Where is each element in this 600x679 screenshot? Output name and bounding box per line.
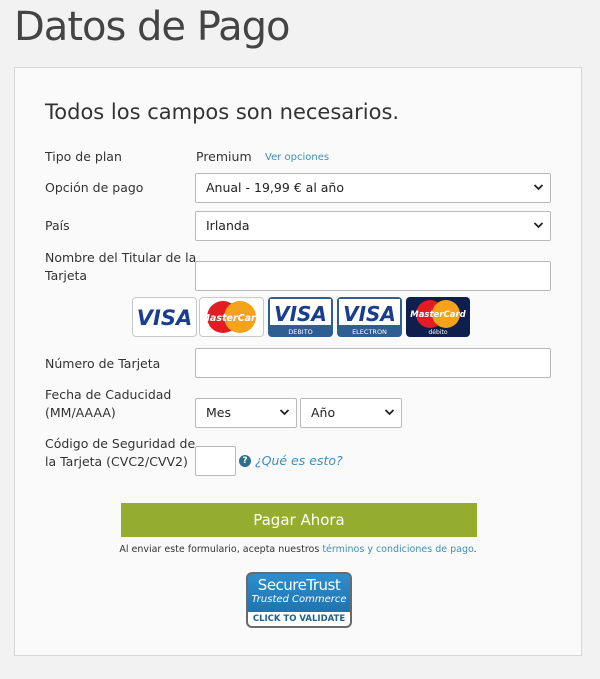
terms-notice: Al enviar este formulario, acepta nuestr… — [15, 544, 581, 555]
expiry-year-value: Año — [311, 405, 336, 420]
mastercard-text: MasterCard — [200, 313, 262, 324]
payment-option-label: Opción de pago — [45, 180, 144, 195]
view-options-link[interactable]: Ver opciones — [265, 152, 329, 163]
visa-electron-logo: VISA ELECTRON — [337, 297, 402, 337]
terms-prefix: Al enviar este formulario, acepta nuestr… — [119, 544, 320, 555]
cardholder-label-line2: Tarjeta — [45, 268, 88, 283]
plan-label: Tipo de plan — [45, 149, 122, 164]
chevron-down-icon — [384, 399, 395, 438]
mastercard-debito-text: MasterCard — [410, 310, 466, 320]
terms-link[interactable]: términos y condiciones de pago — [322, 544, 473, 555]
country-select[interactable]: Irlanda — [195, 211, 551, 241]
mastercard-debito-sub: débito — [429, 329, 448, 336]
country-value: Irlanda — [206, 218, 250, 233]
securetrust-line1: SecureTrust — [257, 576, 341, 594]
expiry-label-line1: Fecha de Caducidad — [45, 387, 172, 402]
expiry-label-line2: (MM/AAAA) — [45, 405, 116, 420]
card-number-label: Número de Tarjeta — [45, 356, 161, 371]
cvc-label-line2: la Tarjeta (CVC2/CVV2) — [45, 454, 188, 469]
payment-form-card: Todos los campos son necesarios. Tipo de… — [14, 67, 582, 656]
plan-value: Premium — [196, 149, 252, 164]
cvc-label-line1: Código de Seguridad de — [45, 436, 196, 451]
visa-logo: VISA — [132, 297, 197, 337]
visa-debito-text: VISA — [274, 302, 327, 326]
terms-suffix: . — [473, 544, 477, 555]
expiry-month-value: Mes — [206, 405, 231, 420]
page-title: Datos de Pago — [14, 4, 290, 50]
visa-debito-sub: DEBITO — [288, 328, 313, 336]
pay-now-button[interactable]: Pagar Ahora — [121, 503, 477, 537]
visa-electron-text: VISA — [343, 302, 396, 326]
chevron-down-icon — [533, 174, 544, 213]
visa-text: VISA — [137, 306, 192, 330]
securetrust-line2: Trusted Commerce — [251, 594, 347, 605]
cardholder-name-input[interactable] — [195, 261, 551, 291]
chevron-down-icon — [533, 212, 544, 251]
help-icon[interactable]: ? — [239, 455, 251, 467]
securetrust-badge[interactable]: SecureTrust Trusted Commerce CLICK TO VA… — [246, 572, 352, 628]
cardholder-label-line1: Nombre del Titular de la — [45, 250, 197, 265]
cvc-input[interactable] — [195, 446, 236, 476]
chevron-down-icon — [279, 399, 290, 438]
payment-option-value: Anual - 19,99 € al año — [206, 180, 345, 195]
mastercard-logo: MasterCard — [199, 297, 264, 337]
securetrust-line3: CLICK TO VALIDATE — [248, 612, 350, 626]
card-number-input[interactable] — [195, 348, 551, 378]
visa-debito-logo: VISA DEBITO — [268, 297, 333, 337]
payment-option-select[interactable]: Anual - 19,99 € al año — [195, 173, 551, 203]
expiry-month-select[interactable]: Mes — [195, 398, 297, 428]
what-is-this-link[interactable]: ¿Qué es esto? — [255, 453, 343, 468]
country-label: País — [45, 218, 70, 233]
visa-electron-sub: ELECTRON — [352, 328, 387, 336]
mastercard-debito-logo: MasterCard débito — [406, 297, 470, 337]
form-subtitle: Todos los campos son necesarios. — [45, 100, 400, 124]
expiry-year-select[interactable]: Año — [300, 398, 402, 428]
